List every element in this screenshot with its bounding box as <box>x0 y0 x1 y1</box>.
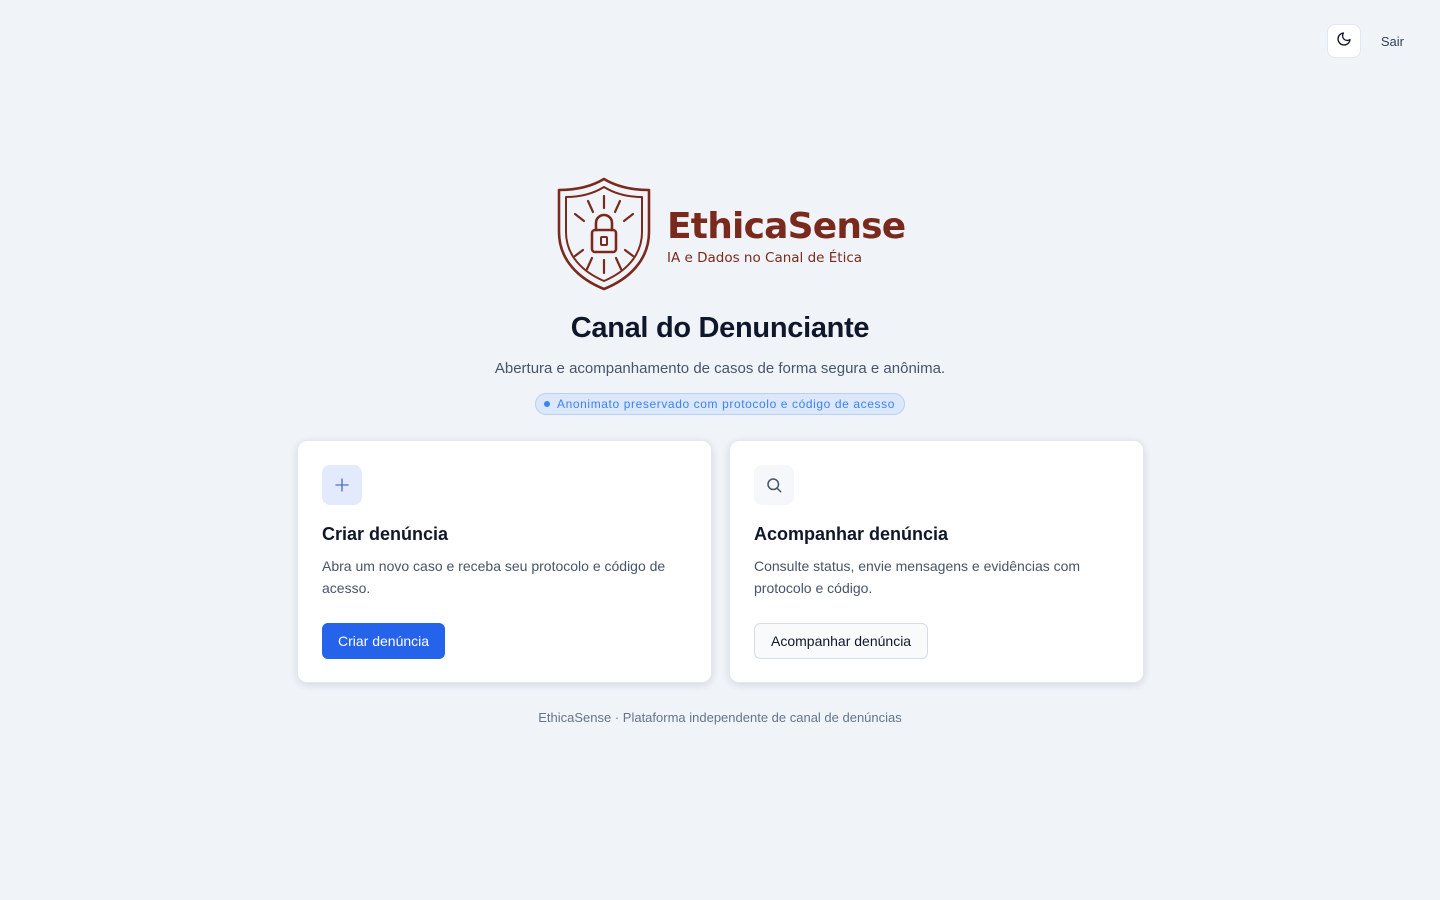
page-subtitle: Abertura e acompanhamento de casos de fo… <box>494 360 946 377</box>
footer-text: EthicaSense · Plataforma independente de… <box>538 710 902 725</box>
top-bar: Sair <box>1326 24 1416 58</box>
track-report-card: Acompanhar denúncia Consulte status, env… <box>729 440 1144 683</box>
page-title: Canal do Denunciante <box>570 312 870 344</box>
create-report-button[interactable]: Criar denúncia <box>322 623 446 659</box>
theme-toggle-button[interactable] <box>1326 24 1361 58</box>
create-report-description: Abra um novo caso e receba seu protocolo… <box>322 558 666 596</box>
track-report-button[interactable]: Acompanhar denúncia <box>754 623 929 659</box>
search-icon <box>754 465 794 505</box>
badge-dot-icon <box>544 401 550 407</box>
brand-logo: EthicaSense IA e Dados no Canal de Ética <box>555 176 906 297</box>
track-report-description: Consulte status, envie mensagens e evidê… <box>754 558 1081 596</box>
logout-link[interactable]: Sair <box>1381 34 1416 49</box>
track-report-title: Acompanhar denúncia <box>754 524 949 544</box>
plus-icon <box>322 465 362 505</box>
moon-icon <box>1336 31 1352 52</box>
shield-lock-icon <box>555 176 653 297</box>
anonymity-badge: Anonimato preservado com protocolo e cód… <box>535 393 905 415</box>
brand-name: EthicaSense <box>667 205 906 247</box>
brand-tagline: IA e Dados no Canal de Ética <box>667 249 863 266</box>
create-report-title: Criar denúncia <box>322 524 449 544</box>
create-report-card: Criar denúncia Abra um novo caso e receb… <box>297 440 712 683</box>
badge-text: Anonimato preservado com protocolo e cód… <box>557 397 895 411</box>
